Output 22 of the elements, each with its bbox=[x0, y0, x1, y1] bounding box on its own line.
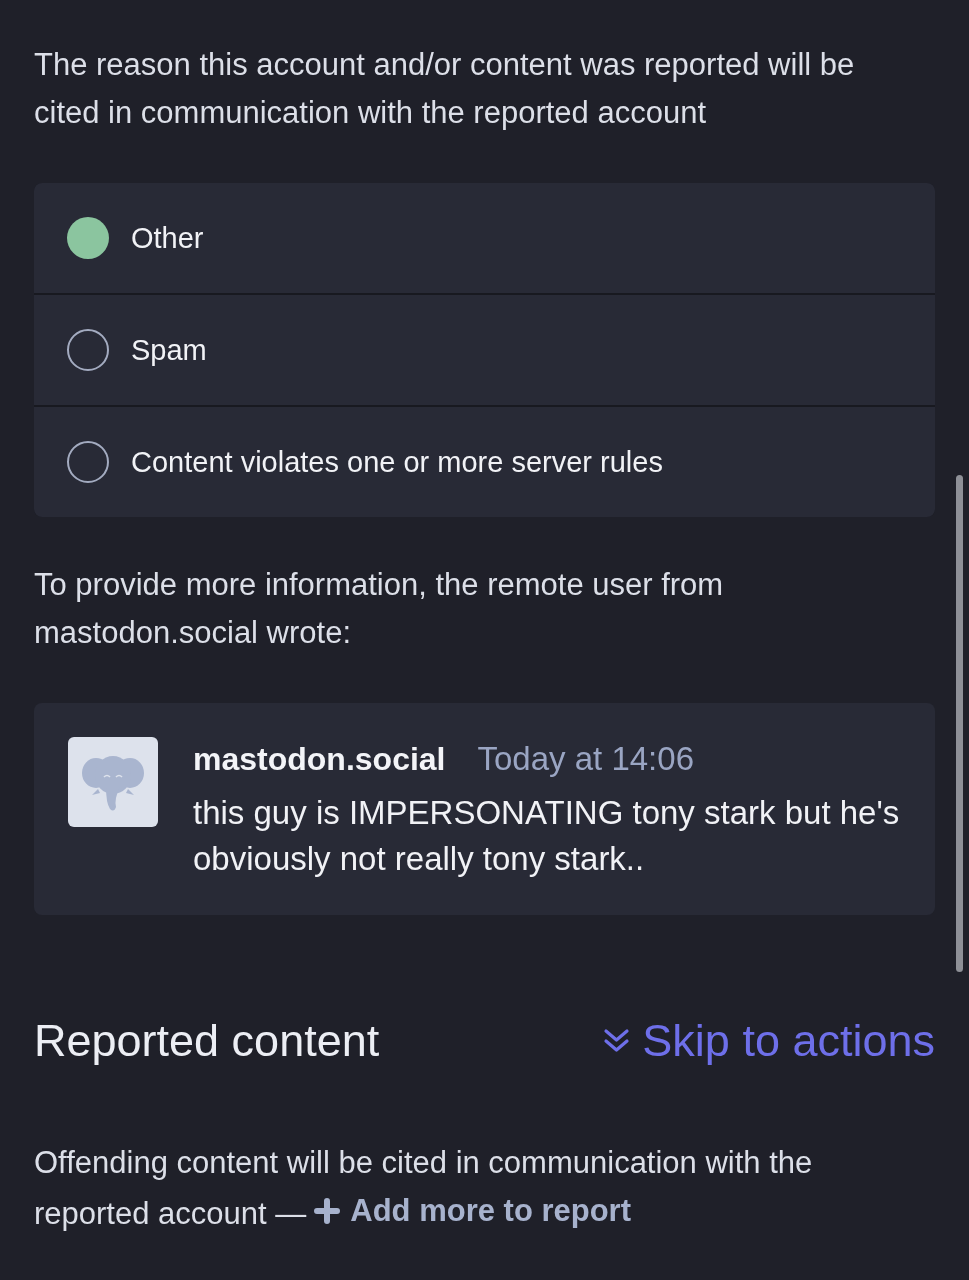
report-reason-description: The reason this account and/or content was reported will be cited in communication with the reported account bbox=[34, 46, 856, 132]
offending-content-note: Offending content will be cited in communication with the reported account — Add more to report bbox=[34, 1139, 894, 1238]
comment-time: Today at 14:06 bbox=[477, 739, 694, 779]
reason-option[interactable]: Content violates one or more server rules bbox=[34, 407, 935, 517]
radio-icon[interactable] bbox=[67, 217, 109, 259]
add-more-to-report-link[interactable]: Add more to report bbox=[314, 1187, 631, 1235]
radio-icon[interactable] bbox=[67, 329, 109, 371]
remote-user-note: To provide more information, the remote user from mastodon.social wrote: bbox=[34, 566, 725, 652]
double-chevron-down-icon bbox=[603, 1028, 631, 1054]
plus-icon bbox=[314, 1198, 341, 1224]
radio-icon[interactable] bbox=[67, 441, 109, 483]
skip-to-actions-link[interactable]: Skip to actions bbox=[603, 1013, 935, 1069]
reason-option[interactable]: Other bbox=[34, 183, 935, 293]
reason-option[interactable]: Spam bbox=[34, 295, 935, 405]
scrollbar-thumb[interactable] bbox=[956, 475, 963, 972]
reason-label: Spam bbox=[131, 333, 207, 367]
reason-label: Content violates one or more server rules bbox=[131, 445, 663, 479]
elephant-avatar-icon bbox=[68, 737, 158, 827]
comment-text: this guy is IMPERSONATING tony stark but he's obviously not really tony stark.. bbox=[193, 793, 901, 879]
comment-author: mastodon.social bbox=[193, 740, 446, 779]
section-heading: Reported content bbox=[34, 1014, 380, 1068]
reason-label: Other bbox=[131, 221, 204, 255]
